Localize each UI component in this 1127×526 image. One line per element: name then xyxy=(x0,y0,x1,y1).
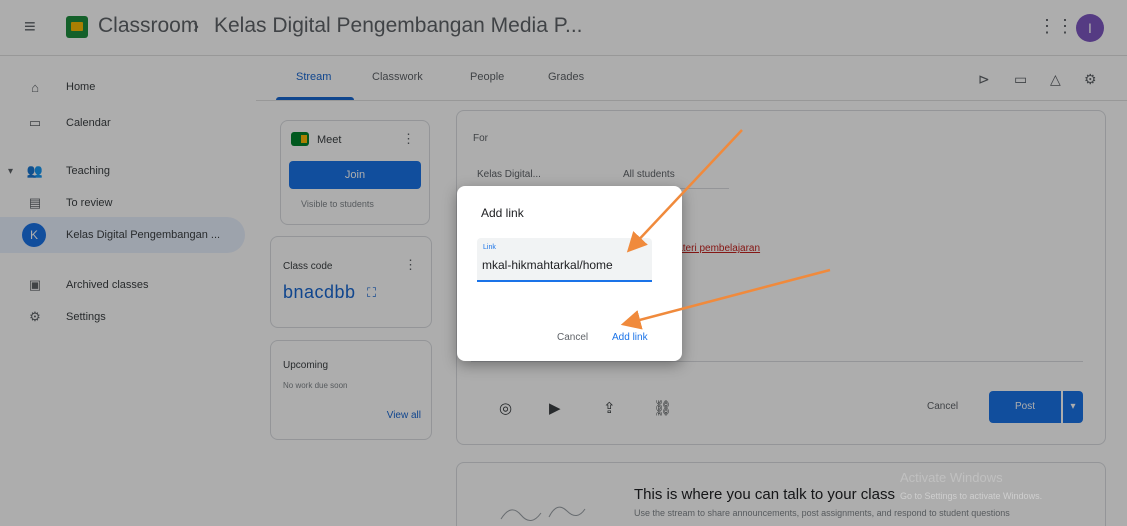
link-field-label: Link xyxy=(483,244,496,251)
dialog-title: Add link xyxy=(481,206,524,220)
link-input[interactable] xyxy=(482,256,648,274)
link-field[interactable]: Link xyxy=(477,238,652,282)
activate-windows-subtitle: Go to Settings to activate Windows. xyxy=(900,491,1043,501)
add-link-dialog: Add link Link Cancel Add link xyxy=(457,186,682,361)
add-link-button[interactable]: Add link xyxy=(612,332,648,343)
dialog-cancel-button[interactable]: Cancel xyxy=(557,332,588,343)
activate-windows-watermark: Activate Windows xyxy=(900,470,1003,485)
